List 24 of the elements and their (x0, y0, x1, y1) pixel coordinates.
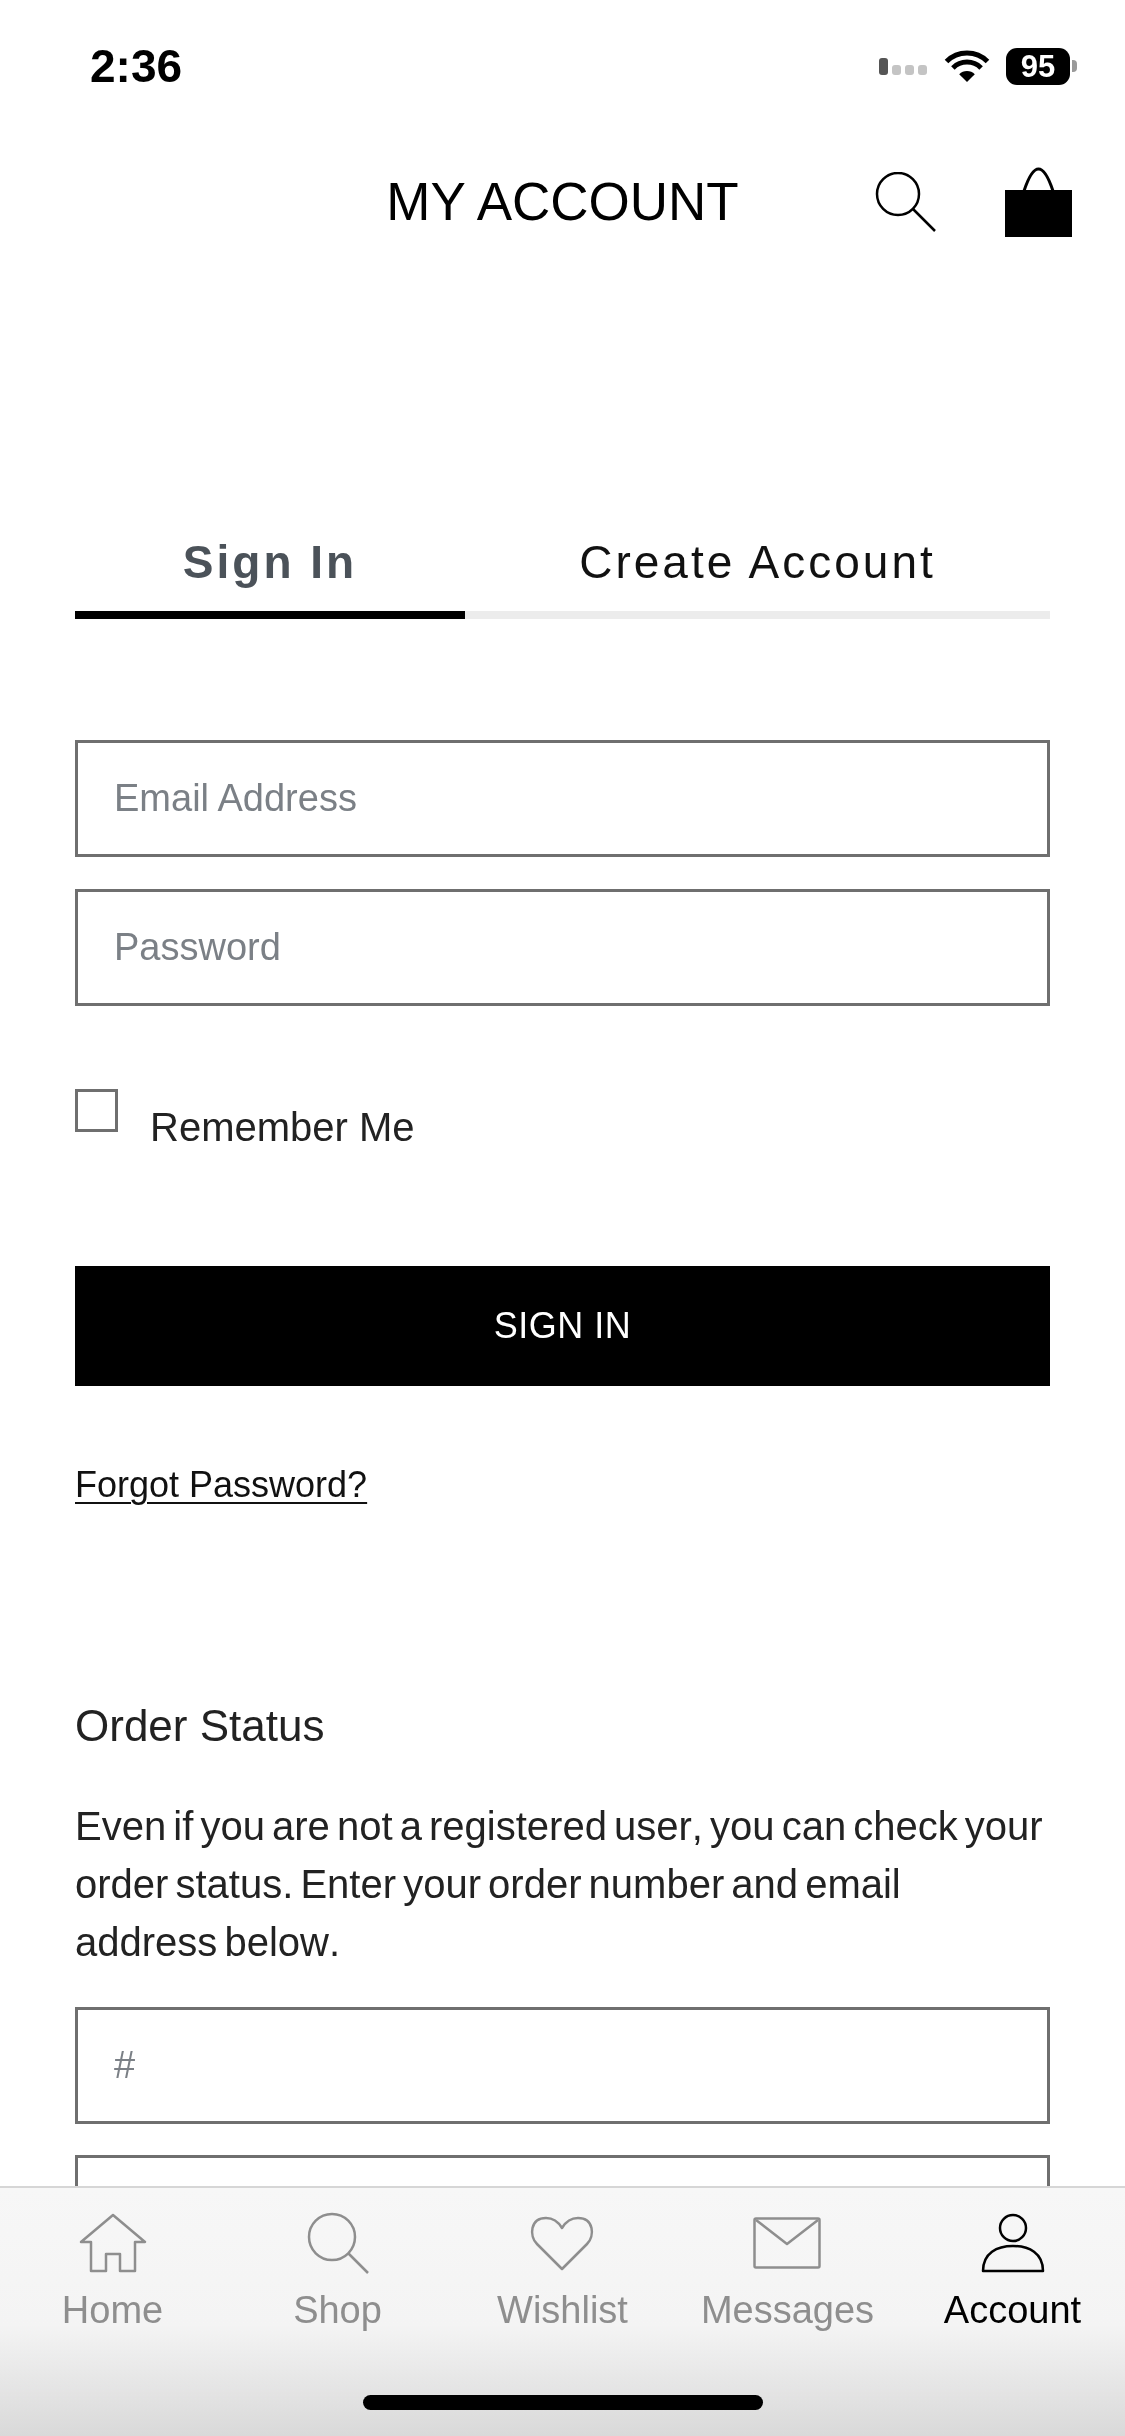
checkbox[interactable] (75, 1089, 118, 1132)
page-title: MY ACCOUNT (386, 171, 739, 233)
forgot-password-link[interactable]: Forgot Password? (75, 1461, 368, 1509)
search-icon[interactable] (875, 172, 936, 232)
wifi-icon (944, 49, 990, 83)
input-field[interactable]: Email Address (75, 740, 1050, 857)
shopping-bag-icon[interactable] (1005, 167, 1072, 237)
search-icon (305, 2211, 370, 2275)
section-heading: Order Status (75, 1700, 325, 1752)
battery-cap-icon (1072, 60, 1077, 72)
home-icon (77, 2213, 148, 2273)
tab-bar-item[interactable]: Account (943, 2210, 1082, 2332)
battery-percentage: 95 (1006, 47, 1070, 85)
signal-icon (879, 57, 928, 75)
tab[interactable]: Sign In (75, 534, 465, 619)
checkbox-label: Remember Me (150, 1104, 415, 1151)
person-icon (980, 2213, 1045, 2273)
description-text: Even if you are not a registered user, you can check your order status. Enter your order number and email address below. (75, 1803, 1044, 1966)
envelope-icon (753, 2217, 822, 2269)
sign-in-button[interactable]: SIGN IN (75, 1266, 1050, 1386)
input-field[interactable]: # (75, 2007, 1050, 2124)
tab[interactable]: Create Account (465, 534, 1050, 619)
status-time: 2:36 (90, 43, 183, 89)
input-field[interactable]: Password (75, 889, 1050, 1006)
